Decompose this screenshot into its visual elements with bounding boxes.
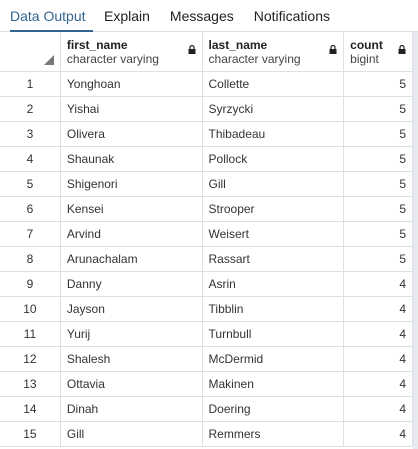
last-name-cell[interactable]: Rassart	[203, 247, 345, 271]
last-name-cell[interactable]: Collette	[203, 72, 345, 96]
table-row[interactable]: 10 Jayson Tibblin 4	[0, 297, 413, 322]
count-cell[interactable]: 4	[344, 272, 413, 296]
row-number[interactable]: 14	[0, 397, 61, 421]
count-cell[interactable]: 5	[344, 97, 413, 121]
vertical-scrollbar[interactable]	[413, 32, 418, 449]
first-name-cell[interactable]: Shalesh	[61, 347, 203, 371]
column-type: bigint	[350, 51, 379, 66]
tab-explain[interactable]: Explain	[104, 0, 150, 32]
column-type: character varying	[66, 51, 159, 66]
first-name-cell[interactable]: Arunachalam	[61, 247, 203, 271]
first-name-cell[interactable]: Arvind	[61, 222, 203, 246]
lock-icon	[329, 45, 337, 54]
count-cell[interactable]: 4	[344, 372, 413, 396]
first-name-cell[interactable]: Yurij	[61, 322, 203, 346]
count-cell[interactable]: 5	[344, 247, 413, 271]
column-name: count	[350, 37, 383, 52]
row-number[interactable]: 9	[0, 272, 61, 296]
last-name-cell[interactable]: Gill	[203, 172, 345, 196]
last-name-cell[interactable]: Tibblin	[203, 297, 345, 321]
last-name-cell[interactable]: Thibadeau	[203, 122, 345, 146]
first-name-cell[interactable]: Jayson	[61, 297, 203, 321]
column-name: first_name	[66, 37, 128, 52]
last-name-cell[interactable]: Asrin	[203, 272, 345, 296]
row-number[interactable]: 15	[0, 422, 61, 446]
table-row[interactable]: 7 Arvind Weisert 5	[0, 222, 413, 247]
row-number[interactable]: 5	[0, 172, 61, 196]
row-number[interactable]: 4	[0, 147, 61, 171]
first-name-cell[interactable]: Gill	[61, 422, 203, 446]
row-number[interactable]: 10	[0, 297, 61, 321]
last-name-cell[interactable]: Syrzycki	[203, 97, 345, 121]
corner-triangle-icon	[43, 55, 54, 65]
column-name: last_name	[208, 37, 268, 52]
row-number[interactable]: 7	[0, 222, 61, 246]
column-header-first-name[interactable]: first_name character varying	[61, 32, 203, 71]
count-cell[interactable]: 5	[344, 147, 413, 171]
row-number[interactable]: 8	[0, 247, 61, 271]
last-name-cell[interactable]: Pollock	[203, 147, 345, 171]
table-row[interactable]: 15 Gill Remmers 4	[0, 422, 413, 447]
count-cell[interactable]: 4	[344, 422, 413, 446]
table-row[interactable]: 13 Ottavia Makinen 4	[0, 372, 413, 397]
table-row[interactable]: 11 Yurij Turnbull 4	[0, 322, 413, 347]
count-cell[interactable]: 4	[344, 297, 413, 321]
last-name-cell[interactable]: Doering	[203, 397, 345, 421]
table-row[interactable]: 8 Arunachalam Rassart 5	[0, 247, 413, 272]
count-cell[interactable]: 5	[344, 72, 413, 96]
table-row[interactable]: 6 Kensei Strooper 5	[0, 197, 413, 222]
table-row[interactable]: 1 Yonghoan Collette 5	[0, 72, 413, 97]
table-row[interactable]: 3 Olivera Thibadeau 5	[0, 122, 413, 147]
first-name-cell[interactable]: Dinah	[61, 397, 203, 421]
row-number[interactable]: 6	[0, 197, 61, 221]
count-cell[interactable]: 5	[344, 122, 413, 146]
table-row[interactable]: 14 Dinah Doering 4	[0, 397, 413, 422]
tab-data-output[interactable]: Data Output	[10, 0, 93, 32]
column-header-count[interactable]: count bigint	[344, 32, 413, 71]
first-name-cell[interactable]: Kensei	[61, 197, 203, 221]
lock-icon	[188, 45, 196, 54]
row-number[interactable]: 3	[0, 122, 61, 146]
count-cell[interactable]: 5	[344, 222, 413, 246]
table-row[interactable]: 5 Shigenori Gill 5	[0, 172, 413, 197]
count-cell[interactable]: 5	[344, 197, 413, 221]
lock-icon	[398, 45, 406, 54]
last-name-cell[interactable]: Strooper	[203, 197, 345, 221]
column-type: character varying	[208, 51, 301, 66]
last-name-cell[interactable]: Weisert	[203, 222, 345, 246]
first-name-cell[interactable]: Yonghoan	[61, 72, 203, 96]
count-cell[interactable]: 4	[344, 322, 413, 346]
table-row[interactable]: 4 Shaunak Pollock 5	[0, 147, 413, 172]
data-grid: first_name character varying last_name c…	[0, 32, 413, 447]
result-tabs: Data Output Explain Messages Notificatio…	[0, 0, 418, 32]
last-name-cell[interactable]: Turnbull	[203, 322, 345, 346]
row-number[interactable]: 2	[0, 97, 61, 121]
first-name-cell[interactable]: Shigenori	[61, 172, 203, 196]
row-number[interactable]: 13	[0, 372, 61, 396]
tab-notifications[interactable]: Notifications	[254, 0, 330, 32]
first-name-cell[interactable]: Olivera	[61, 122, 203, 146]
last-name-cell[interactable]: Remmers	[203, 422, 345, 446]
column-header-last-name[interactable]: last_name character varying	[203, 32, 345, 71]
table-row[interactable]: 9 Danny Asrin 4	[0, 272, 413, 297]
count-cell[interactable]: 5	[344, 172, 413, 196]
header-row: first_name character varying last_name c…	[0, 32, 413, 72]
count-cell[interactable]: 4	[344, 347, 413, 371]
last-name-cell[interactable]: Makinen	[203, 372, 345, 396]
first-name-cell[interactable]: Shaunak	[61, 147, 203, 171]
last-name-cell[interactable]: McDermid	[203, 347, 345, 371]
first-name-cell[interactable]: Ottavia	[61, 372, 203, 396]
row-number[interactable]: 11	[0, 322, 61, 346]
first-name-cell[interactable]: Danny	[61, 272, 203, 296]
tab-messages[interactable]: Messages	[170, 0, 234, 32]
count-cell[interactable]: 4	[344, 397, 413, 421]
row-number[interactable]: 1	[0, 72, 61, 96]
select-all-corner[interactable]	[0, 32, 61, 71]
table-row[interactable]: 2 Yishai Syrzycki 5	[0, 97, 413, 122]
first-name-cell[interactable]: Yishai	[61, 97, 203, 121]
row-number[interactable]: 12	[0, 347, 61, 371]
table-row[interactable]: 12 Shalesh McDermid 4	[0, 347, 413, 372]
